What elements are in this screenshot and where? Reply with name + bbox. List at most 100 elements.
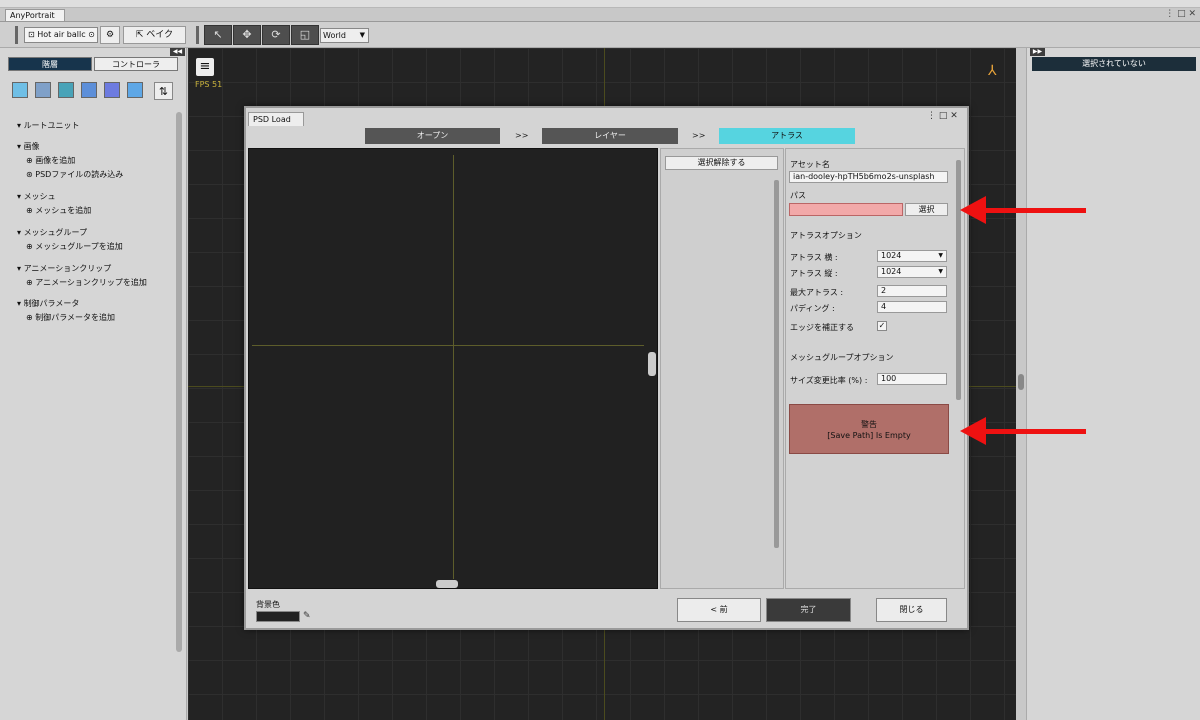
tree-add-animation-clip[interactable]: ⊕ アニメーションクリップを追加 (26, 277, 147, 288)
close-button[interactable]: 閉じる (876, 598, 947, 622)
left-panel-scrollbar[interactable] (176, 112, 182, 652)
collapse-right-button[interactable]: ▶▶ (1030, 48, 1045, 56)
step-separator: >> (515, 131, 529, 140)
psd-icon: ⊛ (26, 170, 33, 179)
bake-button[interactable]: ⇱ ベイク (123, 26, 186, 44)
padding-field[interactable]: 4 (877, 301, 947, 313)
tree-label: メッシュグループ (23, 228, 88, 237)
scale-icon: ◱ (299, 28, 311, 41)
path-select-button[interactable]: 選択 (905, 203, 948, 216)
bone-gizmo-icon[interactable]: ⅄ (988, 63, 997, 79)
tree-label: メッシュグループを追加 (35, 242, 123, 251)
sort-icon: ⇅ (158, 85, 169, 98)
add-icon: ⊕ (26, 206, 33, 215)
select-tool-button[interactable]: ↖ (204, 25, 232, 45)
root-unit-filter-icon[interactable] (12, 82, 28, 98)
tree-mesh-group[interactable]: ▾ メッシュグループ (17, 227, 87, 238)
edge-fix-label: エッジを補正する (790, 323, 854, 332)
tab-hierarchy[interactable]: 階層 (8, 57, 92, 71)
max-atlas-field[interactable]: 2 (877, 285, 947, 297)
tree-control-param[interactable]: ▾ 制御パラメータ (17, 298, 79, 309)
layer-list-scrollbar[interactable] (774, 180, 779, 548)
tree-load-psd[interactable]: ⊛ PSDファイルの読み込み (26, 169, 123, 180)
atlas-width-select[interactable]: 1024 ▼ (877, 250, 947, 262)
path-field[interactable] (789, 203, 903, 216)
tree-add-mesh-group[interactable]: ⊕ メッシュグループを追加 (26, 241, 123, 252)
fps-counter: FPS 51 (195, 80, 223, 89)
atlas-height-select[interactable]: 1024 ▼ (877, 266, 947, 278)
mesh-filter-icon[interactable] (58, 82, 74, 98)
prev-button[interactable]: < 前 (677, 598, 761, 622)
warning-title: 警告 (861, 420, 877, 429)
step-atlas[interactable]: アトラス (719, 128, 855, 144)
step-open[interactable]: オープン (365, 128, 500, 144)
rotate-tool-button[interactable]: ⟳ (262, 25, 290, 45)
bg-color-label: 背景色 (256, 600, 280, 609)
preview-horizontal-scrollbar[interactable] (436, 580, 458, 588)
hamburger-menu-icon[interactable]: ≡ (196, 58, 214, 76)
warning-box: 警告 [Save Path] Is Empty (789, 404, 949, 454)
tree-label: 画像 (23, 142, 40, 151)
export-icon: ⇱ (135, 30, 144, 40)
asset-name-field[interactable]: ian-dooley-hpTH5b6mo2s-unsplash (789, 171, 948, 183)
step-layer[interactable]: レイヤー (542, 128, 678, 144)
tree-label: 画像を追加 (35, 156, 76, 165)
scale-tool-button[interactable]: ◱ (291, 25, 319, 45)
inspector-panel (1026, 48, 1200, 720)
mesh-selector[interactable]: ⊡ Hot air ballc ⊙ (24, 27, 98, 43)
tree-label: メッシュを追加 (35, 206, 92, 215)
cursor-icon: ↖ (213, 28, 223, 41)
tree-animation-clip[interactable]: ▾ アニメーションクリップ (17, 263, 111, 274)
add-icon: ⊕ (26, 242, 33, 251)
animation-filter-icon[interactable] (104, 82, 120, 98)
atlas-width-label: アトラス 横 : (790, 253, 838, 262)
tree-add-mesh[interactable]: ⊕ メッシュを追加 (26, 205, 91, 216)
tree-mesh[interactable]: ▾ メッシュ (17, 191, 56, 202)
move-tool-button[interactable]: ✥ (233, 25, 261, 45)
toolbar-grip-icon[interactable] (196, 26, 199, 44)
resize-ratio-field[interactable]: 100 (877, 373, 947, 385)
settings-button[interactable]: ⚙ (100, 26, 120, 44)
add-icon: ⊕ (26, 313, 33, 322)
param-filter-icon[interactable] (127, 82, 143, 98)
space-selector[interactable]: World ▼ (320, 28, 369, 43)
viewport-scrollbar[interactable] (1018, 374, 1024, 390)
tree-images[interactable]: ▾ 画像 (17, 141, 40, 152)
dialog-window-controls[interactable]: ⋮ □ ✕ (927, 111, 958, 121)
tree-add-control-param[interactable]: ⊕ 制御パラメータを追加 (26, 312, 115, 323)
chevron-down-icon: ▼ (938, 268, 943, 275)
deselect-button[interactable]: 選択解除する (665, 156, 778, 170)
collapse-left-button[interactable]: ◀◀ (170, 48, 185, 56)
asset-name-label: アセット名 (790, 160, 830, 169)
toolbar-grip-icon[interactable] (15, 26, 18, 44)
preview-axis-horizontal (252, 345, 644, 346)
layer-list (660, 148, 784, 589)
tree-label: PSDファイルの読み込み (35, 170, 124, 179)
rotate-icon: ⟳ (271, 28, 281, 41)
image-filter-icon[interactable] (35, 82, 51, 98)
done-button[interactable]: 完了 (766, 598, 851, 622)
window-menu-icon[interactable]: ⋮ □ ✕ (1165, 9, 1196, 19)
sort-button[interactable]: ⇅ (154, 82, 173, 100)
eyedropper-icon[interactable]: ✎ (303, 611, 311, 621)
dialog-tab[interactable]: PSD Load (248, 112, 304, 126)
atlas-height-value: 1024 (881, 267, 902, 276)
max-atlas-label: 最大アトラス : (790, 288, 844, 297)
tree-label: 制御パラメータを追加 (35, 313, 116, 322)
bg-color-swatch[interactable] (256, 611, 300, 622)
atlas-height-label: アトラス 縦 : (790, 269, 838, 278)
edge-fix-checkbox[interactable]: ✓ (877, 321, 887, 331)
tab-controller[interactable]: コントローラ (94, 57, 178, 71)
tree-label: アニメーションクリップ (23, 264, 112, 273)
preview-vertical-scrollbar[interactable] (648, 352, 656, 376)
add-icon: ⊕ (26, 278, 33, 287)
padding-label: パディング : (790, 304, 835, 313)
tree-add-image[interactable]: ⊕ 画像を追加 (26, 155, 75, 166)
move-icon: ✥ (242, 28, 252, 41)
step-separator: >> (692, 131, 706, 140)
tree-root-unit[interactable]: ▾ ルートユニット (17, 120, 80, 131)
mesh-group-filter-icon[interactable] (81, 82, 97, 98)
mesh-selector-value: Hot air ballc (37, 30, 86, 39)
gear-icon: ⚙ (105, 30, 115, 40)
mesh-group-options-heading: メッシュグループオプション (790, 353, 894, 362)
